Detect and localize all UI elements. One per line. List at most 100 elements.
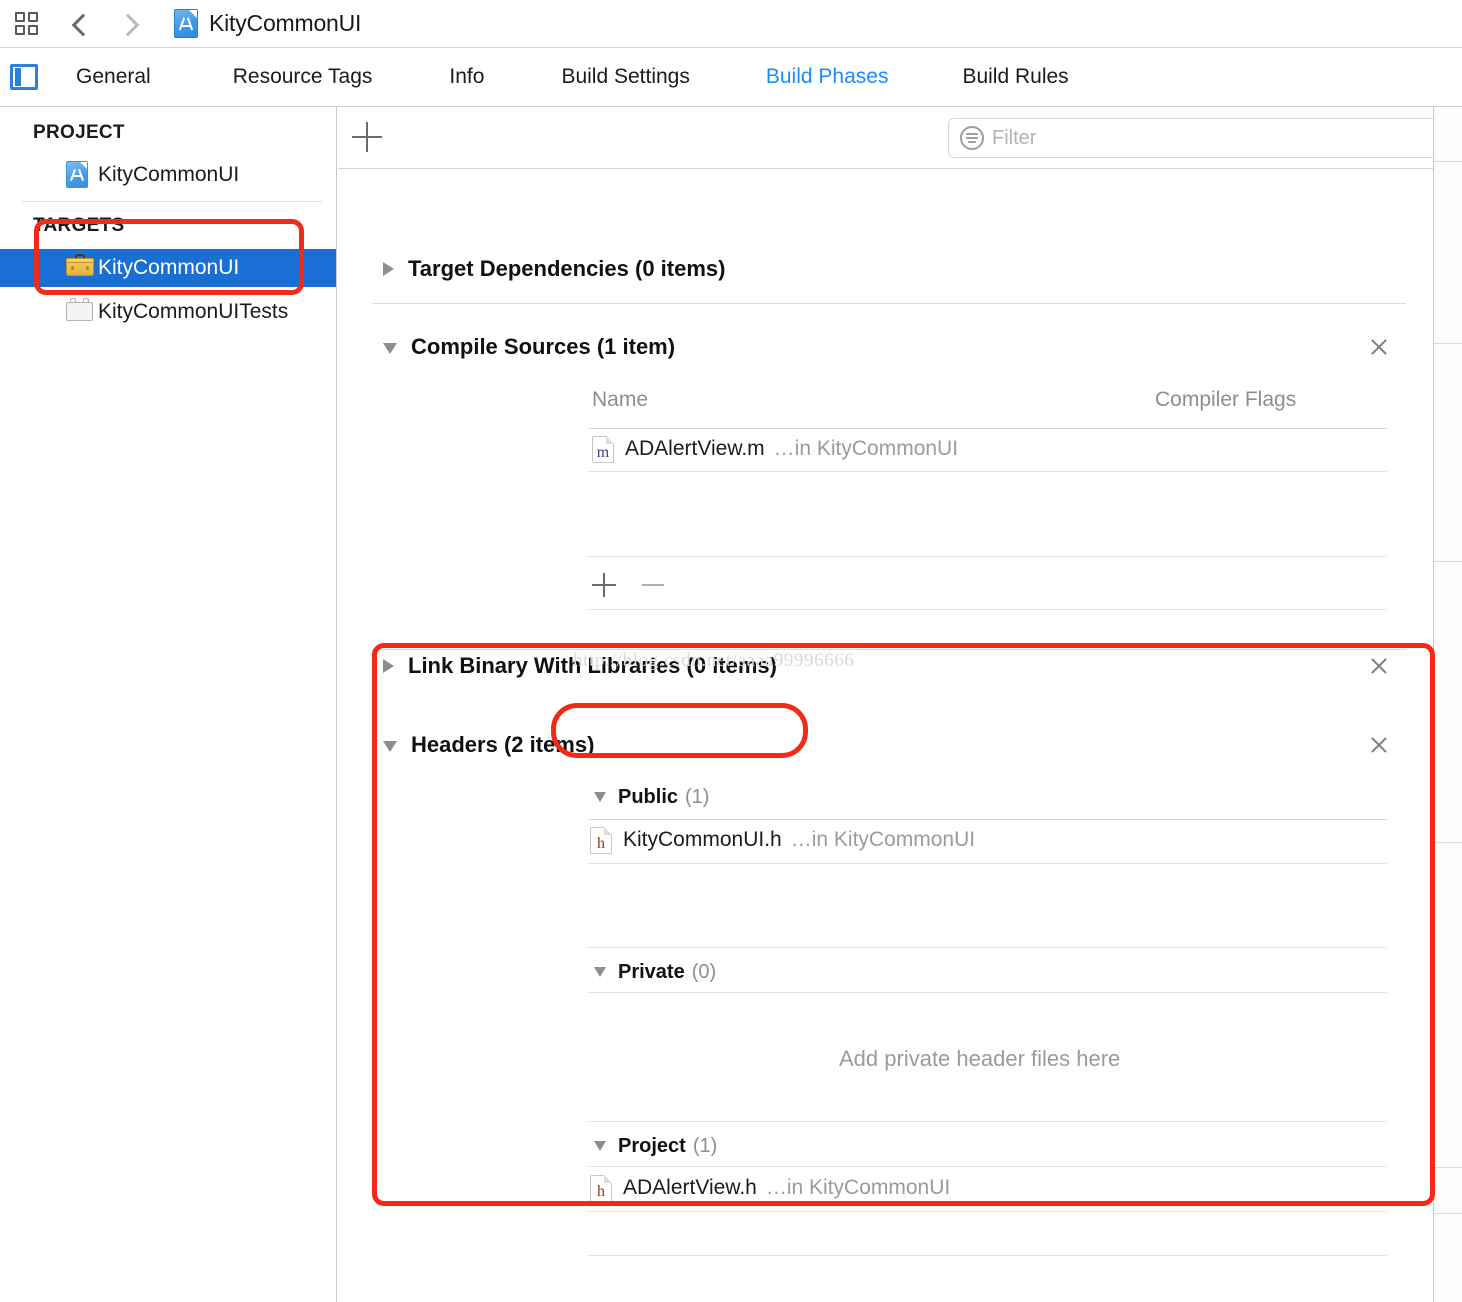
phase-link-binary-with-libraries[interactable]: Link Binary With Libraries (0 items) (338, 646, 1433, 686)
group-count: (0) (691, 960, 717, 983)
divider (588, 471, 1387, 472)
sidebar-item-label: KityCommonUI (98, 256, 240, 279)
build-phases-toolbar (338, 107, 1433, 169)
divider (1434, 561, 1462, 562)
group-label: Private (618, 960, 685, 983)
file-name: KityCommonUI.h (623, 828, 782, 851)
public-header-file-row[interactable]: h KityCommonUI.h …in KityCommonUI (590, 822, 975, 858)
phase-title: Headers (2 items) (411, 732, 595, 757)
chevron-right-icon[interactable] (112, 7, 146, 41)
divider (588, 819, 1387, 820)
divider (588, 1121, 1387, 1122)
file-name: ADAlertView.h (623, 1176, 757, 1199)
tab-general[interactable]: General (76, 65, 151, 89)
divider (588, 992, 1387, 993)
divider (1434, 1167, 1462, 1168)
file-icon-letter: m (596, 443, 610, 461)
private-headers-empty-text: Add private header files here (839, 1046, 1121, 1071)
divider (588, 1211, 1387, 1212)
chevron-left-icon[interactable] (64, 7, 98, 41)
divider (588, 1255, 1387, 1256)
tab-info[interactable]: Info (449, 65, 484, 89)
divider (588, 428, 1387, 429)
remove-phase-button[interactable] (1369, 337, 1389, 357)
sidebar-group-targets: TARGETS (33, 215, 125, 236)
sidebar-toggle-icon[interactable] (10, 64, 38, 90)
file-location: …in KityCommonUI (765, 1176, 951, 1199)
build-phases-panel: Target Dependencies (0 items) Compile So… (338, 107, 1433, 1302)
sidebar-group-project: PROJECT (33, 122, 125, 143)
disclosure-triangle-expanded-icon[interactable] (594, 792, 606, 802)
xcode-build-phases-window: KityCommonUI General Resource Tags Info … (0, 0, 1462, 1302)
headers-group-private[interactable]: Private (0) (594, 955, 716, 989)
remove-file-button[interactable] (642, 584, 664, 586)
sidebar-item-label: KityCommonUI (98, 163, 240, 186)
file-name: ADAlertView.m (625, 437, 765, 460)
headers-group-public[interactable]: Public (1) (594, 780, 709, 814)
file-icon-letter: h (597, 1182, 605, 1200)
phase-title: Target Dependencies (0 items) (408, 256, 726, 281)
filter-field[interactable] (948, 118, 1433, 158)
compile-sources-add-remove-buttons (592, 573, 664, 597)
divider (1434, 161, 1462, 162)
watermark-text: http://blog.csdn.net/aaaa99996666 (573, 650, 855, 671)
filter-icon (960, 126, 984, 150)
file-icon-letter: h (597, 834, 605, 852)
tab-bar: General Resource Tags Info Build Setting… (0, 48, 1462, 107)
phase-target-dependencies[interactable]: Target Dependencies (0 items) (338, 249, 1433, 289)
build-phases-scroll-area[interactable]: Target Dependencies (0 items) Compile So… (338, 169, 1433, 1302)
remove-phase-button[interactable] (1369, 656, 1389, 676)
header-file-icon: h (590, 826, 612, 854)
sidebar-item-label: KityCommonUITests (98, 300, 289, 323)
grid-icon[interactable] (13, 10, 41, 38)
group-count: (1) (692, 1134, 718, 1157)
phase-title: Compile Sources (1 item) (411, 334, 676, 359)
inspector-panel-edge (1433, 107, 1462, 1302)
headers-group-project[interactable]: Project (1) (594, 1129, 717, 1163)
divider (1434, 842, 1462, 843)
tab-build-settings[interactable]: Build Settings (561, 65, 689, 89)
disclosure-triangle-collapsed-icon[interactable] (383, 659, 394, 673)
title-bar: KityCommonUI (0, 0, 1462, 48)
xcode-project-icon (174, 9, 198, 38)
compile-sources-file-row[interactable]: m ADAlertView.m …in KityCommonUI (592, 431, 958, 467)
tab-build-phases[interactable]: Build Phases (766, 65, 889, 89)
divider (588, 1166, 1387, 1167)
tabs: General Resource Tags Info Build Setting… (76, 65, 1069, 89)
sidebar-divider (22, 201, 322, 202)
page-title: KityCommonUI (209, 10, 362, 36)
divider (372, 303, 1406, 304)
header-file-icon: h (590, 1174, 612, 1202)
divider (588, 947, 1387, 948)
disclosure-triangle-expanded-icon[interactable] (594, 1141, 606, 1151)
xcode-project-icon (66, 160, 90, 190)
group-label: Public (618, 785, 679, 808)
disclosure-triangle-collapsed-icon[interactable] (383, 262, 394, 276)
sidebar-item-target-kitycommonui[interactable]: KityCommonUI (0, 249, 336, 287)
sidebar-item-target-kitycommonuitests[interactable]: KityCommonUITests (0, 293, 336, 331)
divider (588, 609, 1387, 610)
objective-c-source-file-icon: m (592, 435, 614, 463)
disclosure-triangle-expanded-icon[interactable] (594, 967, 606, 977)
remove-phase-button[interactable] (1369, 735, 1389, 755)
group-count: (1) (685, 785, 710, 808)
tab-build-rules[interactable]: Build Rules (962, 65, 1068, 89)
toolbox-icon (66, 253, 94, 283)
filter-input[interactable] (992, 126, 1372, 150)
group-label: Project (618, 1134, 686, 1157)
column-header-name: Name (592, 388, 649, 411)
project-header-file-row[interactable]: h ADAlertView.h …in KityCommonUI (590, 1170, 950, 1206)
sidebar-item-project-kitycommonui[interactable]: KityCommonUI (0, 156, 336, 194)
project-navigator-sidebar: PROJECT KityCommonUI TARGETS KityCommonU… (0, 107, 337, 1302)
file-location: …in KityCommonUI (773, 437, 959, 460)
disclosure-triangle-expanded-icon[interactable] (383, 343, 397, 354)
tab-resource-tags[interactable]: Resource Tags (233, 65, 373, 89)
test-bundle-icon (66, 297, 93, 327)
phase-compile-sources[interactable]: Compile Sources (1 item) (338, 327, 1433, 367)
column-header-compiler-flags: Compiler Flags (1155, 388, 1297, 411)
disclosure-triangle-expanded-icon[interactable] (383, 741, 397, 752)
divider (588, 863, 1387, 864)
phase-headers[interactable]: Headers (2 items) (338, 725, 1433, 765)
add-build-phase-button[interactable] (352, 122, 382, 152)
add-file-button[interactable] (592, 573, 616, 597)
